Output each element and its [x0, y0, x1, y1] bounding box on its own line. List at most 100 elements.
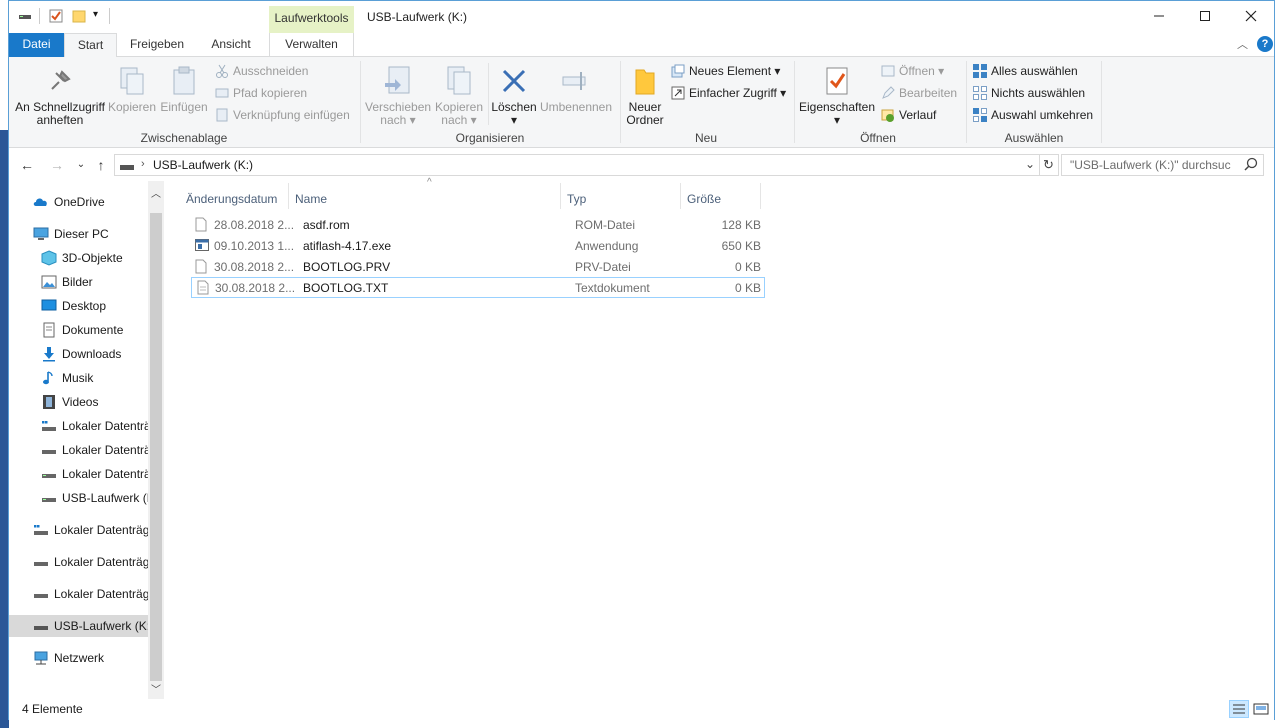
help-icon[interactable]: ? — [1257, 36, 1273, 52]
address-bar[interactable]: › USB-Laufwerk (K:) ⌄ ↻ — [114, 154, 1059, 176]
search-icon[interactable] — [1244, 157, 1258, 174]
up-button[interactable]: ↑ — [91, 155, 111, 175]
column-header-date[interactable]: Änderungsdatum — [186, 189, 277, 209]
nav-item-network[interactable]: Netzwerk — [9, 647, 149, 669]
back-button[interactable]: ← — [17, 155, 37, 175]
close-button[interactable] — [1228, 1, 1274, 31]
tab-manage[interactable]: Verwalten — [269, 33, 354, 57]
edit-button[interactable]: Bearbeiten — [881, 84, 957, 102]
paste-label: Einfügen — [160, 100, 208, 114]
nav-item-local-disk-1[interactable]: Lokaler Datenträ — [9, 415, 149, 437]
copy-to-button[interactable]: Kopieren nach ▾ — [431, 65, 487, 127]
easy-access-button[interactable]: Einfacher Zugriff ▾ — [671, 84, 786, 102]
group-label-select: Auswählen — [1004, 131, 1064, 145]
easy-access-icon — [671, 86, 685, 100]
new-item-button[interactable]: Neues Element ▾ — [671, 62, 780, 80]
nav-item-onedrive[interactable]: OneDrive — [9, 191, 149, 213]
minimize-button[interactable] — [1136, 1, 1182, 31]
new-folder-icon[interactable] — [72, 9, 86, 23]
nav-item-desktop[interactable]: Desktop — [9, 295, 149, 317]
recent-locations-button[interactable]: ⌄ — [71, 155, 91, 175]
group-label-new: Neu — [694, 131, 717, 145]
tab-view[interactable]: Ansicht — [201, 33, 261, 57]
nav-item-local-disk-4[interactable]: Lokaler Datenträg — [9, 519, 149, 541]
pin-quick-access-button[interactable]: An Schnellzugriff anheften — [15, 65, 105, 127]
copy-to-icon — [443, 65, 475, 97]
breadcrumb-current[interactable]: USB-Laufwerk (K:) — [153, 158, 253, 172]
file-type: Anwendung — [575, 239, 639, 253]
nav-item-pictures[interactable]: Bilder — [9, 271, 149, 293]
download-arrow-icon — [41, 346, 57, 362]
nav-item-local-disk-3[interactable]: Lokaler Datenträ — [9, 463, 149, 485]
new-folder-button[interactable]: Neuer Ordner — [621, 65, 669, 127]
large-icons-view-button[interactable] — [1253, 701, 1271, 717]
properties-icon[interactable] — [49, 9, 63, 23]
cut-button[interactable]: Ausschneiden — [215, 62, 308, 80]
move-to-button[interactable]: Verschieben nach ▾ — [365, 65, 431, 127]
column-divider[interactable] — [560, 183, 561, 209]
properties-button[interactable]: Eigenschaften ▾ — [798, 65, 876, 127]
file-list: ^ Änderungsdatum Name Typ Größe 28.08.20… — [164, 177, 1274, 699]
copy-path-button[interactable]: Pfad kopieren — [215, 84, 307, 102]
tab-start[interactable]: Start — [64, 33, 117, 58]
nav-item-documents[interactable]: Dokumente — [9, 319, 149, 341]
nav-item-downloads[interactable]: Downloads — [9, 343, 149, 365]
column-header-type[interactable]: Typ — [567, 189, 586, 209]
nav-item-3d-objects[interactable]: 3D-Objekte — [9, 247, 149, 269]
nav-item-usb-sub[interactable]: USB-Laufwerk (K — [9, 487, 149, 509]
tab-file[interactable]: Datei — [9, 33, 64, 57]
rename-button[interactable]: Umbenennen — [539, 65, 613, 114]
maximize-button[interactable] — [1182, 1, 1228, 31]
details-view-icon — [1233, 704, 1245, 714]
background-page-right — [1274, 0, 1283, 728]
column-header-size[interactable]: Größe — [687, 189, 721, 209]
nav-item-local-disk-2[interactable]: Lokaler Datenträ — [9, 439, 149, 461]
nav-item-this-pc[interactable]: Dieser PC — [9, 223, 149, 245]
scissors-icon — [215, 64, 229, 78]
nav-scrollbar[interactable]: ︿ ﹀ — [148, 181, 164, 699]
search-placeholder: "USB-Laufwerk (K:)" durchsuc — [1070, 158, 1231, 172]
paste-shortcut-button[interactable]: Verknüpfung einfügen — [215, 106, 350, 124]
column-divider[interactable] — [680, 183, 681, 209]
breadcrumb-chevron-icon[interactable]: › — [141, 158, 145, 170]
table-row[interactable]: 28.08.2018 2... asdf.rom ROM-Datei 128 K… — [182, 214, 761, 235]
chevron-down-icon: ▾ — [833, 113, 841, 127]
nav-item-videos[interactable]: Videos — [9, 391, 149, 413]
scroll-down-icon[interactable]: ﹀ — [151, 681, 161, 696]
address-dropdown-icon[interactable]: ⌄ — [1025, 157, 1035, 171]
refresh-icon[interactable]: ↻ — [1043, 157, 1054, 173]
chevron-down-icon[interactable]: ▾ — [93, 9, 98, 20]
details-view-button[interactable] — [1229, 700, 1249, 718]
search-box[interactable]: "USB-Laufwerk (K:)" durchsuc — [1061, 154, 1264, 176]
table-row[interactable]: 09.10.2013 1... atiflash-4.17.exe Anwend… — [182, 235, 761, 256]
table-row[interactable]: 30.08.2018 2... BOOTLOG.PRV PRV-Datei 0 … — [182, 256, 761, 277]
collapse-ribbon-icon[interactable]: ︿ — [1237, 36, 1248, 52]
film-icon — [41, 394, 57, 410]
select-all-button[interactable]: Alles auswählen — [973, 62, 1078, 80]
invert-selection-icon — [973, 108, 987, 122]
pin-label-line2: anheften — [36, 113, 84, 127]
nav-item-music[interactable]: Musik — [9, 367, 149, 389]
table-row[interactable]: 30.08.2018 2... BOOTLOG.TXT Textdokument… — [191, 277, 765, 298]
nav-item-local-disk-6[interactable]: Lokaler Datenträg — [9, 583, 149, 605]
arrow-right-icon: → — [50, 157, 64, 173]
scroll-up-icon[interactable]: ︿ — [151, 185, 161, 200]
history-button[interactable]: Verlauf — [881, 106, 936, 124]
copy-button[interactable]: Kopieren — [107, 65, 157, 114]
scroll-thumb[interactable] — [150, 213, 162, 681]
tab-share[interactable]: Freigeben — [121, 33, 193, 57]
status-bar: 4 Elemente — [9, 699, 1274, 720]
delete-button[interactable]: Löschen ▾ — [491, 65, 537, 127]
column-divider[interactable] — [760, 183, 761, 209]
invert-selection-button[interactable]: Auswahl umkehren — [973, 106, 1093, 124]
forward-button[interactable]: → — [47, 155, 67, 175]
column-header-name[interactable]: Name — [295, 189, 327, 209]
paste-button[interactable]: Einfügen — [159, 65, 209, 114]
select-none-button[interactable]: Nichts auswählen — [973, 84, 1085, 102]
open-button[interactable]: Öffnen ▾ — [881, 62, 944, 80]
column-divider[interactable] — [288, 183, 289, 209]
drive-icon[interactable] — [18, 9, 32, 23]
nav-item-usb-drive[interactable]: USB-Laufwerk (K:) — [9, 615, 149, 637]
maximize-icon — [1200, 11, 1210, 21]
nav-item-local-disk-5[interactable]: Lokaler Datenträg — [9, 551, 149, 573]
